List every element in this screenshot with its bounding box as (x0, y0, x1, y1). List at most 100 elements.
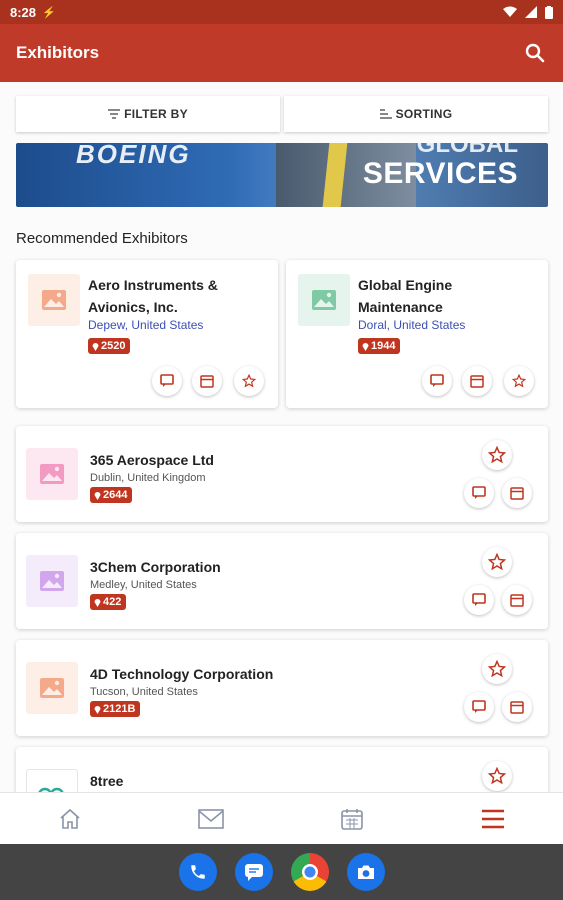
sponsor-banner[interactable]: BOEING GLOBAL SERVICES (16, 143, 548, 207)
message-icon (430, 374, 444, 387)
location-pin-icon (362, 342, 369, 351)
recommended-card[interactable]: Global Engine Maintenance Doral, United … (286, 260, 548, 408)
exhibitor-location: Medley, United States (90, 579, 197, 591)
wifi-icon (503, 6, 517, 17)
messages-icon (244, 864, 263, 881)
booth-number: 2121B (103, 703, 136, 715)
nav-home[interactable] (0, 793, 141, 844)
search-icon[interactable] (523, 41, 547, 65)
image-placeholder-icon (40, 464, 64, 484)
recommended-card[interactable]: Aero Instruments & Avionics, Inc. Depew,… (16, 260, 278, 408)
booth-badge: 2121B (90, 701, 141, 717)
message-button[interactable] (152, 366, 182, 396)
phone-app[interactable] (178, 853, 217, 891)
calendar-icon (470, 375, 484, 388)
image-placeholder-icon (40, 571, 64, 591)
exhibitor-name: 8tree (90, 773, 124, 789)
phone-icon (190, 865, 205, 879)
list-item[interactable]: 4D Technology Corporation Tucson, United… (16, 640, 548, 736)
favorite-button[interactable] (482, 654, 512, 684)
favorite-button[interactable] (504, 366, 534, 396)
status-icons (503, 5, 553, 19)
sort-icon (379, 109, 392, 119)
exhibitor-logo (28, 274, 80, 326)
exhibitor-name: 3Chem Corporation (90, 559, 221, 575)
exhibitor-name: Global Engine Maintenance (358, 277, 453, 315)
calendar-icon (510, 594, 524, 607)
exhibitor-logo (298, 274, 350, 326)
star-icon (488, 446, 506, 464)
exhibitor-location: Dublin, United Kingdom (90, 472, 206, 484)
sorting-button[interactable]: SORTING (284, 96, 548, 132)
schedule-button[interactable] (502, 585, 532, 615)
exhibitor-name: 4D Technology Corporation (90, 666, 274, 682)
filter-button[interactable]: FILTER BY (16, 96, 280, 132)
nav-menu[interactable] (422, 793, 563, 844)
favorite-button[interactable] (234, 366, 264, 396)
nav-schedule[interactable] (282, 793, 423, 844)
battery-icon (545, 5, 553, 19)
exhibitor-logo (26, 662, 78, 714)
list-item[interactable]: 8tree (16, 747, 548, 792)
star-icon (488, 660, 506, 678)
filter-icon (108, 109, 121, 119)
exhibitor-logo (26, 555, 78, 607)
nav-messages[interactable] (141, 793, 282, 844)
favorite-button[interactable] (482, 440, 512, 470)
booth-badge: 1944 (358, 338, 401, 354)
exhibitor-logo (26, 769, 78, 792)
image-placeholder-icon (40, 678, 64, 698)
booth-badge: 2644 (90, 487, 133, 503)
message-icon (160, 374, 174, 387)
schedule-button[interactable] (192, 366, 222, 396)
status-time: 8:28 (10, 4, 37, 20)
schedule-button[interactable] (502, 692, 532, 722)
sync-icon: ⚡ (42, 6, 56, 19)
star-icon (488, 553, 506, 571)
star-icon (242, 374, 256, 388)
calendar-icon (200, 375, 214, 388)
message-button[interactable] (464, 692, 494, 722)
message-button[interactable] (464, 478, 494, 508)
booth-number: 2520 (101, 340, 126, 352)
booth-number: 1944 (371, 340, 396, 352)
schedule-button[interactable] (462, 366, 492, 396)
chrome-app[interactable] (290, 853, 329, 891)
location-pin-icon (94, 598, 101, 607)
sorting-label: SORTING (395, 107, 453, 121)
message-button[interactable] (422, 366, 452, 396)
exhibitor-location: Doral, United States (358, 318, 466, 332)
exhibitor-list-content[interactable]: FILTER BY SORTING BOEING GLOBAL SERVICES… (0, 82, 563, 792)
message-icon (472, 593, 486, 606)
list-item[interactable]: 365 Aerospace Ltd Dublin, United Kingdom… (16, 426, 548, 522)
status-bar: 8:28 ⚡ (0, 0, 563, 24)
mail-icon (198, 808, 224, 829)
booth-number: 2644 (103, 489, 128, 501)
message-button[interactable] (464, 585, 494, 615)
calendar-icon (510, 487, 524, 500)
star-icon (488, 767, 506, 785)
page-title: Exhibitors (16, 43, 100, 62)
exhibitor-location: Tucson, United States (90, 686, 198, 698)
system-dock (0, 844, 563, 900)
filter-label: FILTER BY (124, 107, 188, 121)
exhibitor-logo (26, 448, 78, 500)
banner-brand-logo: BOEING (76, 143, 191, 169)
list-item[interactable]: 3Chem Corporation Medley, United States … (16, 533, 548, 629)
schedule-button[interactable] (502, 478, 532, 508)
image-placeholder-icon (42, 290, 66, 310)
camera-icon (357, 865, 374, 879)
signal-icon (525, 6, 537, 18)
app-bar: Exhibitors (0, 24, 563, 82)
message-icon (472, 486, 486, 499)
star-icon (512, 374, 526, 388)
favorite-button[interactable] (482, 547, 512, 577)
camera-app[interactable] (346, 853, 385, 891)
location-pin-icon (94, 491, 101, 500)
favorite-button[interactable] (482, 761, 512, 791)
messages-app[interactable] (234, 853, 273, 891)
banner-headline: SERVICES (362, 157, 518, 190)
booth-number: 422 (103, 596, 122, 608)
bottom-navigation (0, 792, 563, 844)
exhibitor-name: 365 Aerospace Ltd (90, 452, 214, 468)
